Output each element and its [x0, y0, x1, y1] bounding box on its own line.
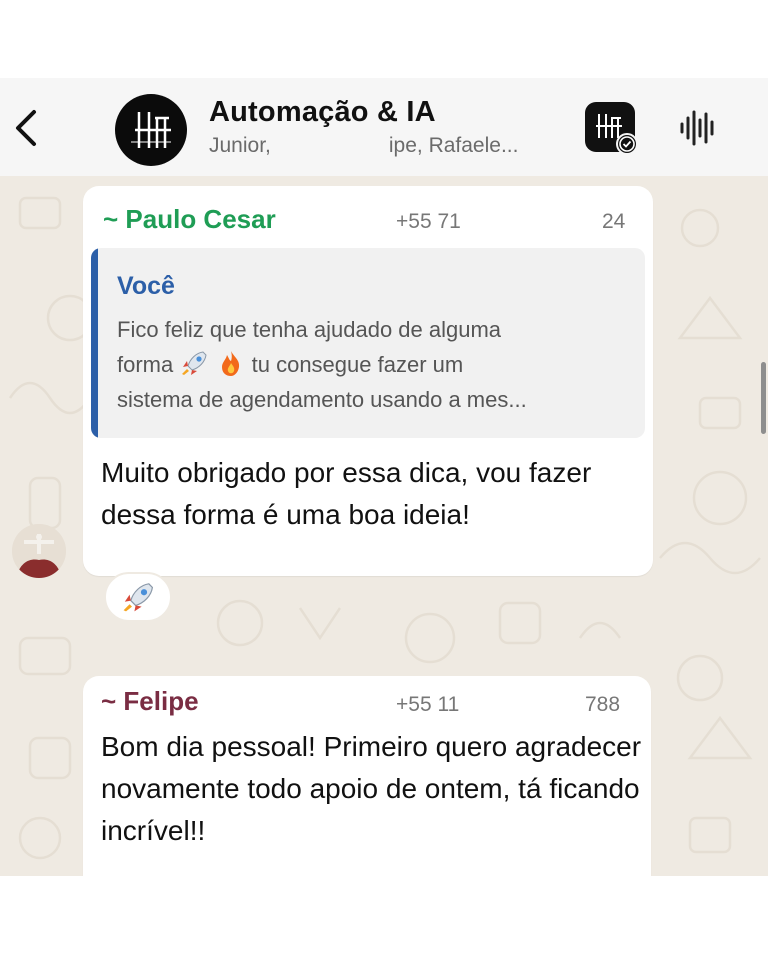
- sender-phone-tail: 24: [602, 210, 626, 233]
- quote-line: forma tu consegue fazer um: [117, 347, 637, 382]
- check-badge-icon: [616, 133, 638, 155]
- quote-line-end: tu consegue fazer um: [251, 352, 464, 377]
- fire-emoji-icon: [221, 351, 239, 376]
- sender-avatar[interactable]: [12, 524, 66, 578]
- sender-phone: +55 11: [396, 693, 460, 716]
- quote-text: Fico feliz que tenha ajudado de alguma f…: [117, 312, 637, 417]
- chevron-left-icon: [16, 110, 36, 146]
- chat-header: Automação & IA Junior, ipe, Rafaele...: [0, 78, 768, 176]
- sender-name[interactable]: ~ Paulo Cesar: [103, 204, 276, 235]
- group-avatar[interactable]: [115, 94, 187, 166]
- members-start: Junior,: [209, 134, 271, 157]
- reaction-badge[interactable]: [104, 572, 172, 622]
- avatar-image: [12, 524, 66, 578]
- sender-phone-tail: 788: [585, 693, 621, 716]
- message-bubble[interactable]: ~ Paulo Cesar +55 71 24 Você Fico feliz …: [83, 186, 653, 576]
- quote-accent-bar: [91, 248, 98, 438]
- message-text: Bom dia pessoal! Primeiro quero agradece…: [101, 731, 642, 846]
- chat-screen: Automação & IA Junior, ipe, Rafaele... ~…: [0, 78, 768, 876]
- audio-call-button[interactable]: [676, 106, 720, 150]
- quote-line-start: forma: [117, 352, 174, 377]
- sender-name[interactable]: ~ Felipe: [101, 686, 199, 717]
- waveform-icon: [680, 110, 714, 146]
- rocket-emoji-icon: [182, 351, 207, 375]
- group-app-icon[interactable]: [585, 102, 638, 155]
- members-end: ipe, Rafaele...: [388, 134, 519, 157]
- quote-author: Você: [117, 272, 175, 300]
- back-button[interactable]: [8, 106, 44, 150]
- quote-line: sistema de agendamento usando a mes...: [117, 387, 527, 412]
- quoted-message[interactable]: Você Fico feliz que tenha ajudado de alg…: [91, 248, 645, 438]
- sender-phone: +55 71: [396, 210, 461, 233]
- scrollbar[interactable]: [761, 362, 766, 434]
- quote-line: Fico feliz que tenha ajudado de alguma: [117, 317, 502, 342]
- group-title[interactable]: Automação & IA: [209, 96, 436, 129]
- message-bubble[interactable]: ~ Felipe +55 11 788 Bom dia pessoal! Pri…: [83, 676, 651, 876]
- group-members[interactable]: Junior, ipe, Rafaele...: [209, 134, 518, 158]
- rocket-emoji-icon: [123, 583, 154, 612]
- message-text: Muito obrigado por essa dica, vou fazer …: [101, 457, 592, 530]
- group-logo: [131, 112, 171, 148]
